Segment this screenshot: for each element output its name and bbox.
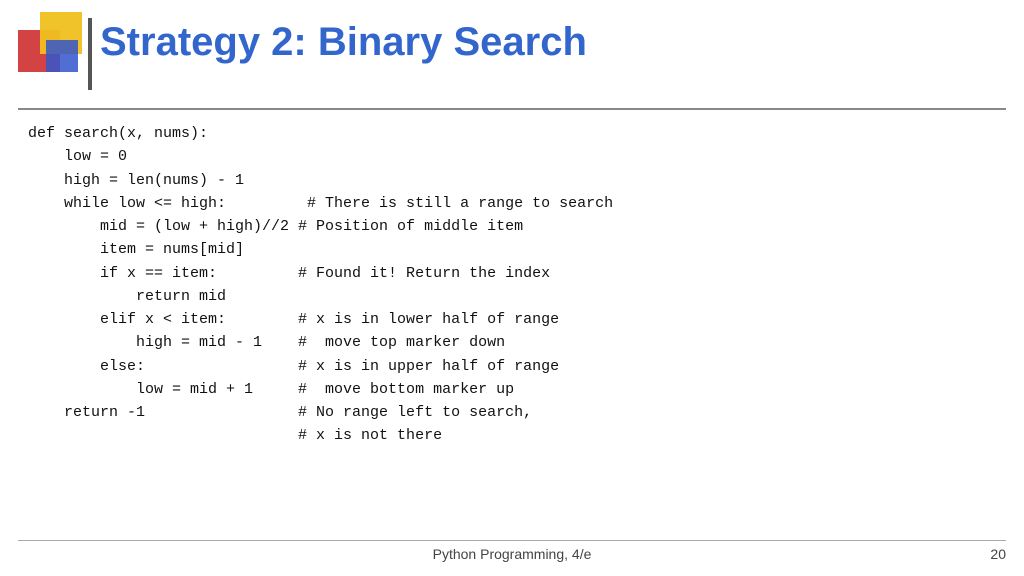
footer-page-number: 20 (946, 546, 1006, 562)
title-accent-bar (88, 18, 92, 90)
slide-title: Strategy 2: Binary Search (100, 20, 587, 65)
code-block: def search(x, nums): low = 0 high = len(… (28, 122, 996, 448)
decorative-blocks (18, 12, 98, 92)
footer-center-text: Python Programming, 4/e (433, 546, 592, 562)
deco-blue-block (46, 40, 78, 72)
footer: Python Programming, 4/e 20 (18, 540, 1006, 562)
title-rule (18, 108, 1006, 110)
